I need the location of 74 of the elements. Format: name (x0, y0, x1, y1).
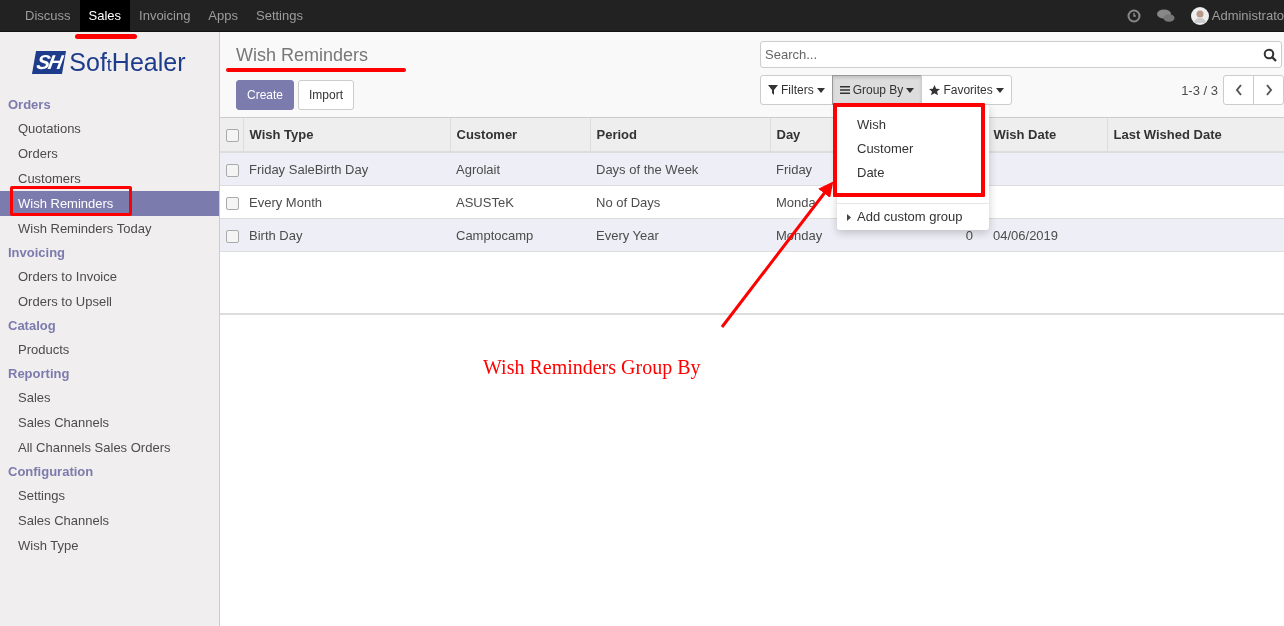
caret-icon (816, 87, 825, 93)
caret-icon (995, 87, 1004, 93)
sidebar-item[interactable]: Wish Reminders Today (0, 216, 219, 241)
column-header[interactable]: Customer (456, 127, 518, 142)
sidebar-item[interactable]: Customers (0, 166, 219, 191)
table-cell: Friday (776, 161, 813, 177)
table-cell: Every Year (596, 227, 659, 243)
chat-icon[interactable] (1156, 8, 1175, 23)
sidebar-heading: Orders (7, 96, 52, 114)
table-cell: No of Days (596, 194, 661, 210)
checkbox[interactable] (226, 196, 239, 210)
column-header[interactable]: Period (596, 127, 637, 142)
top-menu-item[interactable]: Sales (79, 0, 131, 31)
menu-item[interactable]: Customer (837, 137, 981, 161)
sidebar-item[interactable]: Sales Channels (0, 410, 219, 435)
column-header[interactable]: Day (776, 127, 801, 142)
sidebar-item[interactable]: Orders (0, 141, 219, 166)
annotation-caption: Wish Reminders Group By (483, 356, 701, 379)
search-option-button[interactable]: Favorites (921, 75, 1012, 105)
sidebar-item[interactable]: Sales Channels (0, 508, 219, 533)
checkbox[interactable] (226, 129, 239, 143)
table-cell: 04/06/2019 (993, 227, 1059, 243)
top-menu-item[interactable]: Apps (199, 0, 247, 31)
table-cell: Monda (776, 194, 816, 210)
logo: SH SoftHealer (0, 48, 219, 77)
top-menu-item[interactable]: Invoicing (130, 0, 200, 31)
page-title: Wish Reminders (236, 44, 370, 66)
pager-count: 1-3 / 3 (1181, 82, 1218, 98)
filter-icon (768, 85, 778, 95)
top-menu-item[interactable]: Settings (247, 0, 312, 31)
caret-icon (847, 213, 851, 221)
caret-icon (906, 87, 915, 93)
sidebar-item[interactable]: Wish Type (0, 533, 219, 558)
search-option-button[interactable]: Filters (760, 75, 833, 105)
avatar-icon[interactable] (1190, 6, 1209, 25)
checkbox[interactable] (226, 163, 239, 177)
sidebar-item[interactable]: Quotations (0, 116, 219, 141)
previous-button[interactable] (1223, 75, 1254, 105)
clock-icon[interactable] (1126, 8, 1141, 23)
import-button[interactable]: Import (298, 80, 355, 110)
table-cell: 0 (965, 227, 973, 243)
column-header[interactable]: Wish Type (249, 127, 314, 142)
table-cell: Camptocamp (456, 227, 534, 243)
chevron-left-icon (1234, 84, 1243, 96)
table-cell: Friday SaleBirth Day (249, 161, 369, 177)
sidebar-item[interactable]: Settings (0, 483, 219, 508)
sidebar-heading: Invoicing (7, 244, 67, 262)
sidebar-item[interactable]: All Channels Sales Orders (0, 435, 219, 460)
sidebar-heading: Catalog (7, 317, 57, 335)
star-icon (929, 84, 941, 96)
search-field[interactable]: Search... (760, 41, 1282, 68)
menu-icon (839, 85, 850, 95)
top-menu-item[interactable]: Discuss (16, 0, 80, 31)
user-name[interactable]: Administrato (1211, 8, 1284, 23)
table-cell: Days of the Week (596, 161, 699, 177)
sidebar-heading: Reporting (7, 365, 71, 383)
sidebar-item[interactable]: Orders to Invoice (0, 264, 219, 289)
chevron-right-icon (1264, 84, 1273, 96)
sidebar-item[interactable]: Products (0, 337, 219, 362)
checkbox[interactable] (226, 229, 239, 243)
annotation-underline (74, 34, 138, 39)
menu-item[interactable]: Wish (837, 113, 981, 137)
menu-item[interactable]: Add custom group (837, 206, 989, 228)
table-cell: Every Month (249, 194, 322, 210)
search-icon[interactable] (1263, 48, 1277, 62)
table-cell: ASUSTeK (456, 194, 514, 210)
menu-item[interactable]: Date (837, 161, 981, 185)
sidebar-heading: Configuration (7, 463, 95, 481)
table-cell: Birth Day (249, 227, 303, 243)
sidebar-item[interactable]: Sales (0, 385, 219, 410)
create-button[interactable]: Create (236, 80, 295, 110)
table-cell: Agrolait (456, 161, 501, 177)
next-button[interactable] (1253, 75, 1284, 105)
sidebar-item[interactable]: Orders to Upsell (0, 289, 219, 314)
